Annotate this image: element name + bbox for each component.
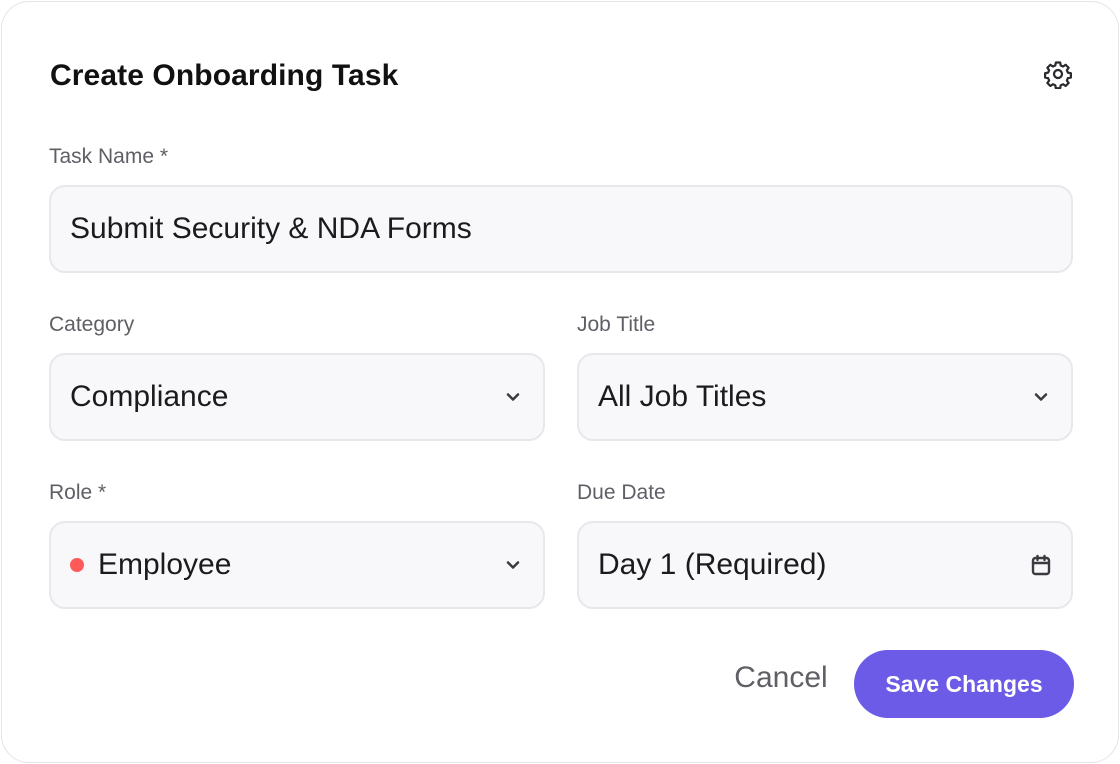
save-changes-button[interactable]: Save Changes — [854, 650, 1074, 718]
due-date-value: Day 1 (Required) — [598, 548, 827, 581]
category-value: Compliance — [70, 380, 229, 413]
job-title-label: Job Title — [577, 313, 656, 336]
due-date-label: Due Date — [577, 481, 666, 504]
create-task-dialog: Create Onboarding Task Task Name * Submi… — [1, 1, 1119, 763]
task-name-label: Task Name * — [49, 145, 169, 168]
role-status-dot — [70, 558, 84, 572]
task-name-input[interactable]: Submit Security & NDA Forms — [49, 185, 1073, 273]
job-title-value: All Job Titles — [598, 380, 767, 413]
role-value: Employee — [98, 548, 232, 581]
chevron-down-icon — [501, 553, 525, 577]
role-select[interactable]: Employee — [49, 521, 545, 609]
cancel-button[interactable]: Cancel — [718, 650, 844, 706]
chevron-down-icon — [1029, 385, 1053, 409]
chevron-down-icon — [501, 385, 525, 409]
dialog-title: Create Onboarding Task — [50, 59, 399, 92]
category-select[interactable]: Compliance — [49, 353, 545, 441]
gear-icon — [1044, 61, 1072, 89]
role-label: Role * — [49, 481, 107, 504]
category-label: Category — [49, 313, 135, 336]
calendar-icon[interactable] — [1029, 553, 1053, 577]
job-title-select[interactable]: All Job Titles — [577, 353, 1073, 441]
due-date-picker[interactable]: Day 1 (Required) — [577, 521, 1073, 609]
task-name-value: Submit Security & NDA Forms — [70, 212, 472, 245]
settings-button[interactable] — [1042, 58, 1074, 90]
